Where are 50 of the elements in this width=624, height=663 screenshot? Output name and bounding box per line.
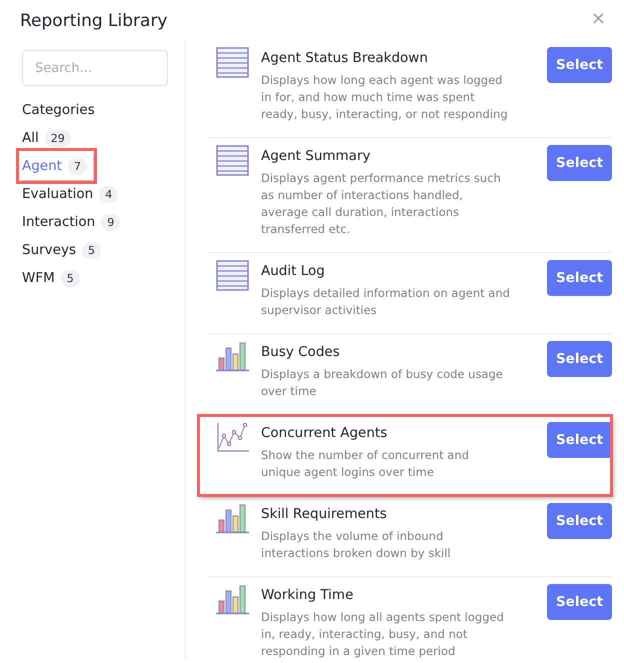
report-title: Agent Summary (261, 148, 372, 164)
category-item[interactable]: Interaction 9 (20, 208, 126, 236)
category-label: Interaction (22, 214, 96, 230)
report-title: Audit Log (261, 263, 326, 279)
count-badge: 29 (44, 130, 71, 146)
table-icon (216, 260, 249, 291)
bar-chart-icon (216, 584, 249, 615)
count-badge: 7 (68, 158, 87, 174)
category-item[interactable]: All 29 (20, 124, 77, 152)
report-description: Show the number of concurrent and unique agent logins over time (261, 447, 470, 481)
table-icon (216, 145, 249, 176)
select-button[interactable]: Select (547, 422, 612, 458)
bar-chart-icon (216, 503, 249, 534)
category-item[interactable]: Agent 7 (20, 152, 93, 180)
report-title: Skill Requirements (261, 506, 388, 522)
report-description: Displays detailed information on agent and supervisor activities (261, 285, 511, 319)
count-badge: 4 (99, 186, 118, 202)
select-button[interactable]: Select (547, 341, 612, 377)
dialog-title: Reporting Library (20, 11, 168, 31)
category-label: All (22, 130, 39, 146)
report-description: Displays a breakdown of busy code usage over time (261, 366, 504, 400)
select-button[interactable]: Select (547, 584, 612, 620)
select-button[interactable]: Select (547, 260, 612, 296)
search-field[interactable]: Search... (22, 50, 168, 86)
select-button[interactable]: Select (547, 47, 612, 83)
table-icon (216, 47, 249, 78)
report-title: Concurrent Agents (261, 425, 388, 441)
report-description: Displays agent performance metrics such as number of interactions handled, average call duration, interactions transferred etc. (261, 170, 502, 238)
line-chart-icon (216, 422, 249, 453)
close-button[interactable]: × (588, 10, 608, 28)
select-button[interactable]: Select (547, 145, 612, 181)
count-badge: 5 (82, 242, 101, 258)
category-label: Surveys (22, 242, 76, 258)
report-description: Displays how long each agent was logged in for, and how much time was spent ready, busy, interacting, or not responding (261, 72, 509, 123)
count-badge: 5 (60, 270, 80, 286)
category-item[interactable]: Evaluation 4 (20, 180, 124, 208)
count-badge: 9 (101, 214, 120, 230)
category-label: WFM (22, 270, 55, 286)
report-title: Agent Status Breakdown (261, 50, 429, 66)
category-item[interactable]: Surveys 5 (20, 236, 107, 264)
category-item[interactable]: WFM 5 (20, 264, 86, 292)
category-label: Evaluation (22, 186, 94, 202)
report-title: Busy Codes (261, 344, 341, 360)
bar-chart-icon (216, 341, 249, 372)
select-button[interactable]: Select (547, 503, 612, 539)
categories-heading: Categories (22, 102, 96, 118)
report-description: Displays how long all agents spent logged in, ready, interacting, busy, and not responding in a given time period (261, 609, 505, 660)
report-description: Displays the volume of inbound interactions broken down by skill (261, 528, 452, 562)
category-label: Agent (22, 158, 62, 174)
report-title: Working Time (261, 587, 354, 603)
